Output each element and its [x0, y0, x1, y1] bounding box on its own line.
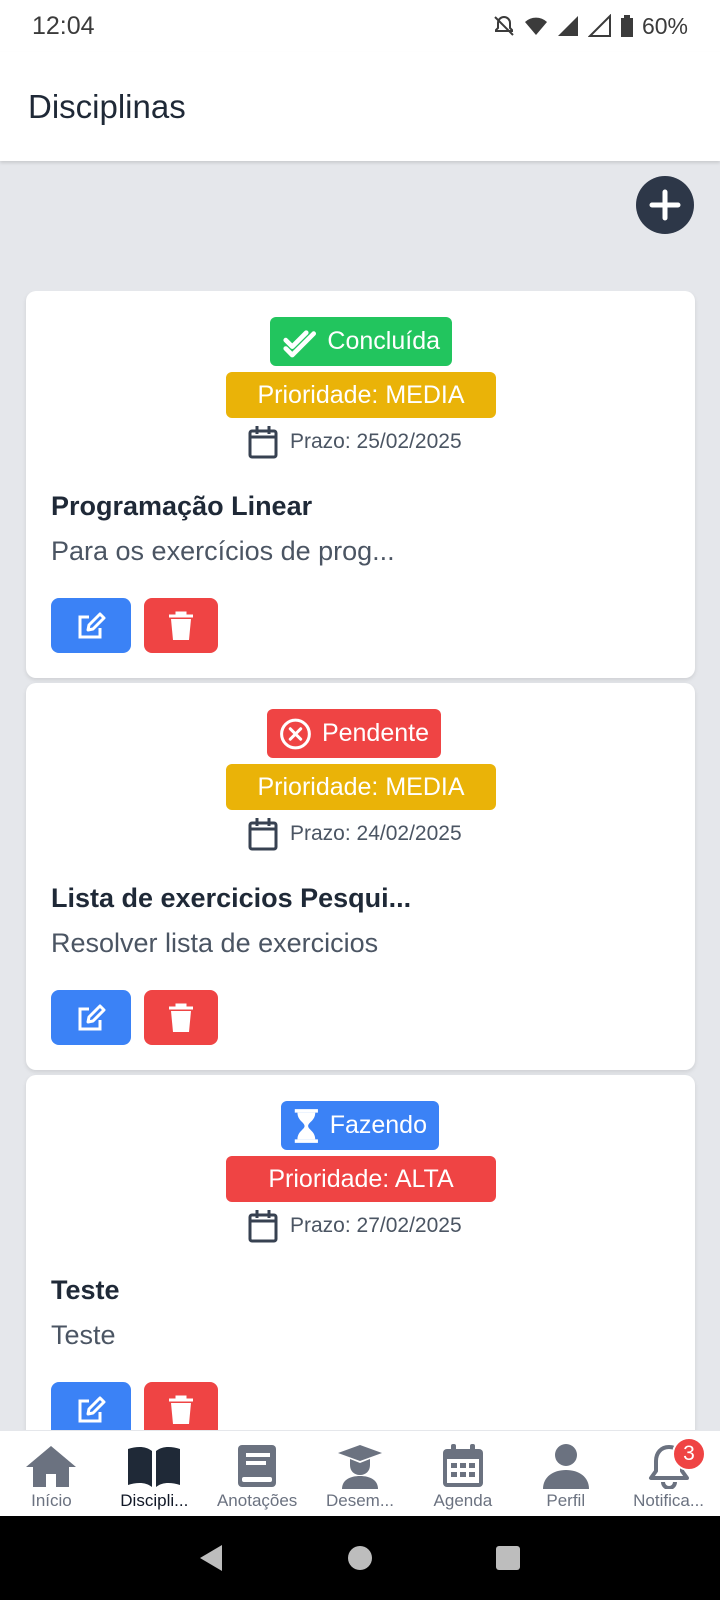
- nav-label: Agenda: [433, 1491, 493, 1510]
- edit-icon: [78, 1396, 106, 1422]
- x-circle-icon: [280, 718, 311, 749]
- bottom-nav: Início Discipli... Anotações Desem... Ag…: [0, 1430, 720, 1516]
- edit-button[interactable]: [51, 1382, 131, 1430]
- priority-badge: Prioridade: MEDIA: [226, 764, 496, 810]
- nav-label: Perfil: [546, 1491, 586, 1510]
- status-label: Concluída: [327, 327, 440, 355]
- edit-button[interactable]: [51, 990, 131, 1045]
- trash-icon: [169, 1003, 193, 1032]
- delete-button[interactable]: [144, 990, 218, 1045]
- deadline: Prazo: 27/02/2025: [248, 1209, 462, 1243]
- deadline: Prazo: 25/02/2025: [248, 425, 462, 459]
- hourglass-icon: [294, 1108, 318, 1143]
- status-badge: Fazendo: [281, 1101, 439, 1150]
- page-title: Disciplinas: [28, 87, 186, 125]
- recents-icon[interactable]: [494, 1544, 522, 1572]
- discipline-card: Pendente Prioridade: MEDIA Prazo: 24/02/…: [26, 683, 695, 1070]
- battery-percent: 60%: [641, 12, 688, 39]
- check-double-icon: [283, 329, 317, 357]
- nav-label: Notifica...: [633, 1491, 705, 1510]
- nav-label: Desem...: [325, 1491, 395, 1510]
- app-header: Disciplinas: [0, 52, 720, 161]
- discipline-list[interactable]: Concluída Prioridade: MEDIA Prazo: 25/02…: [0, 291, 720, 1430]
- deadline: Prazo: 24/02/2025: [248, 817, 462, 851]
- plus-icon: [649, 189, 681, 221]
- nav-item-agenda[interactable]: Agenda: [411, 1431, 514, 1516]
- deadline-label: Prazo: 25/02/2025: [290, 430, 462, 453]
- back-icon[interactable]: [198, 1543, 226, 1573]
- trash-icon: [169, 1395, 193, 1424]
- mute-icon: [494, 15, 514, 36]
- calendar-icon: [442, 1444, 483, 1487]
- card-title: Programação Linear: [51, 491, 313, 521]
- deadline-label: Prazo: 27/02/2025: [290, 1214, 462, 1237]
- nav-item-disciplinas[interactable]: Discipli...: [103, 1431, 206, 1516]
- nav-item-inicio[interactable]: Início: [0, 1431, 103, 1516]
- user-icon: [542, 1444, 589, 1489]
- nav-item-notificacoes[interactable]: Notifica... 3: [617, 1431, 720, 1516]
- signal-icon: [557, 16, 578, 36]
- battery-icon: [620, 15, 633, 37]
- nav-label: Início: [31, 1491, 72, 1510]
- priority-badge: Prioridade: ALTA: [226, 1156, 496, 1202]
- card-description: Resolver lista de exercicios: [51, 928, 379, 958]
- delete-button[interactable]: [144, 598, 218, 653]
- home-icon: [26, 1446, 77, 1487]
- trash-icon: [169, 611, 193, 640]
- priority-badge: Prioridade: MEDIA: [226, 372, 496, 418]
- wifi-icon: [524, 17, 547, 35]
- discipline-card: Concluída Prioridade: MEDIA Prazo: 25/02…: [26, 291, 695, 678]
- nav-label: Discipli...: [120, 1491, 189, 1510]
- calendar-icon: [248, 426, 278, 459]
- card-description: Para os exercícios de prog...: [51, 536, 395, 566]
- system-nav-bar: [0, 1516, 720, 1600]
- nav-item-perfil[interactable]: Perfil: [514, 1431, 617, 1516]
- status-badge: Pendente: [267, 709, 441, 758]
- discipline-card: Fazendo Prioridade: ALTA Prazo: 27/02/20…: [26, 1075, 695, 1430]
- card-title: Teste: [51, 1275, 120, 1305]
- graduate-icon: [338, 1445, 382, 1489]
- status-bar: 12:04 60%: [0, 0, 720, 52]
- status-label: Fazendo: [329, 1111, 427, 1139]
- delete-button[interactable]: [144, 1382, 218, 1430]
- nav-item-anotacoes[interactable]: Anotações: [206, 1431, 309, 1516]
- status-badge: Concluída: [270, 317, 452, 366]
- calendar-icon: [248, 818, 278, 851]
- signal-empty-icon: [587, 14, 611, 37]
- add-discipline-button[interactable]: [636, 176, 694, 234]
- deadline-label: Prazo: 24/02/2025: [290, 822, 462, 845]
- notification-count-badge: 3: [672, 1437, 707, 1471]
- status-label: Pendente: [321, 719, 429, 747]
- home-circle-icon[interactable]: [346, 1544, 374, 1572]
- status-time: 12:04: [32, 11, 95, 40]
- status-icons: 60%: [492, 13, 688, 40]
- notebook-icon: [238, 1445, 277, 1487]
- edit-button[interactable]: [51, 598, 131, 653]
- book-open-icon: [128, 1446, 181, 1487]
- edit-icon: [78, 612, 106, 638]
- card-title: Lista de exercicios Pesqui...: [51, 883, 412, 913]
- nav-label: Anotações: [216, 1491, 298, 1510]
- card-description: Teste: [51, 1320, 116, 1350]
- calendar-icon: [248, 1210, 278, 1243]
- nav-item-desempenho[interactable]: Desem...: [309, 1431, 412, 1516]
- edit-icon: [78, 1004, 106, 1030]
